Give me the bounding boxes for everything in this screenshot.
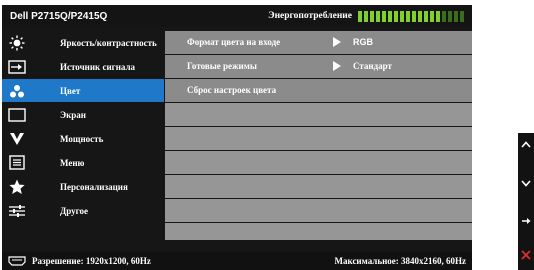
empty-row <box>165 127 472 150</box>
energy-meter-segment <box>424 10 428 22</box>
chevron-up-icon <box>521 140 531 148</box>
exit-button[interactable] <box>520 249 532 261</box>
energy-meter-segment <box>376 10 380 22</box>
menu-item-other[interactable]: Другое <box>2 199 164 222</box>
energy-meter-segment <box>400 10 404 22</box>
display-icon <box>4 103 30 126</box>
option-value: RGB <box>353 37 373 47</box>
energy-meter-segment <box>448 10 452 22</box>
empty-row <box>165 151 472 174</box>
star-icon <box>4 175 30 198</box>
energy-use-indicator: Энергопотребление <box>268 9 464 23</box>
energy-meter-segment <box>430 10 434 22</box>
option-reset-color[interactable]: Сброс настроек цвета <box>165 79 472 102</box>
menu-item-power[interactable]: Мощность <box>2 127 164 150</box>
empty-row <box>165 175 472 198</box>
menu-item-personalize[interactable]: Персонализация <box>2 175 164 198</box>
energy-meter-segment <box>406 10 410 22</box>
menu-item-brightness-contrast[interactable]: Яркость/контрастность <box>2 31 164 54</box>
energy-meter <box>358 10 464 22</box>
menu-item-label: Экран <box>60 109 86 120</box>
energy-meter-segment <box>394 10 398 22</box>
energy-meter-segment <box>442 10 446 22</box>
input-source-icon <box>4 55 30 78</box>
energy-meter-segment <box>370 10 374 22</box>
energy-meter-segment <box>454 10 458 22</box>
option-name: Готовые режимы <box>187 61 257 71</box>
color-icon <box>4 79 30 102</box>
menu-item-label: Яркость/контрастность <box>60 37 157 48</box>
energy-label: Энергопотребление <box>268 11 352 21</box>
energy-meter-segment <box>412 10 416 22</box>
energy-meter-segment <box>418 10 422 22</box>
energy-meter-segment <box>436 10 440 22</box>
menu-item-label: Цвет <box>60 85 81 96</box>
arrow-right-icon <box>522 218 531 224</box>
option-input-color-format[interactable]: Формат цвета на входе RGB <box>165 31 472 54</box>
play-arrow-icon <box>333 37 341 47</box>
enter-button[interactable] <box>520 215 532 227</box>
osd-window: Dell P2715Q/P2415Q Энергопотребление Ярк… <box>2 5 472 270</box>
menu-item-label: Мощность <box>60 133 104 144</box>
energy-meter-segment <box>388 10 392 22</box>
energy-meter-segment <box>364 10 368 22</box>
down-button[interactable] <box>520 177 532 189</box>
submenu-panel: Формат цвета на входе RGB Готовые режимы… <box>165 31 472 241</box>
empty-row <box>165 199 472 222</box>
close-icon <box>521 250 531 260</box>
option-name: Формат цвета на входе <box>187 37 281 47</box>
energy-meter-segment <box>382 10 386 22</box>
monitor-model-title: Dell P2715Q/P2415Q <box>10 10 108 22</box>
menu-item-label: Другое <box>60 205 88 216</box>
hdmi-port-icon <box>8 256 26 266</box>
energy-meter-segment <box>460 10 464 22</box>
empty-row <box>165 223 472 240</box>
play-arrow-icon <box>333 61 341 71</box>
energy-meter-segment <box>358 10 362 22</box>
current-resolution: Разрешение: 1920x1200, 60Hz <box>32 256 151 266</box>
menu-item-label: Персонализация <box>60 181 128 192</box>
menu-item-label: Меню <box>60 157 85 168</box>
sliders-icon <box>4 199 30 222</box>
menu-item-input-source[interactable]: Источник сигнала <box>2 55 164 78</box>
empty-row <box>165 103 472 126</box>
menu-item-label: Источник сигнала <box>60 61 136 72</box>
navigation-buttons <box>518 133 534 270</box>
power-icon <box>4 127 30 150</box>
brightness-icon <box>4 31 30 54</box>
option-preset-modes[interactable]: Готовые режимы Стандарт <box>165 55 472 78</box>
menu-item-display[interactable]: Экран <box>2 103 164 126</box>
up-button[interactable] <box>520 138 532 150</box>
menu-item-color[interactable]: Цвет <box>2 79 164 102</box>
max-resolution: Максимальное: 3840x2160, 60Hz <box>334 256 466 266</box>
option-value: Стандарт <box>353 61 392 71</box>
menu-icon <box>4 151 30 174</box>
title-bar: Dell P2715Q/P2415Q Энергопотребление <box>2 5 472 27</box>
option-name: Сброс настроек цвета <box>187 85 277 95</box>
main-menu: Яркость/контрастность Источник сигнала Ц… <box>2 31 164 223</box>
chevron-down-icon <box>521 179 531 187</box>
status-bar: Разрешение: 1920x1200, 60Hz Максимальное… <box>2 252 472 270</box>
menu-item-menu[interactable]: Меню <box>2 151 164 174</box>
